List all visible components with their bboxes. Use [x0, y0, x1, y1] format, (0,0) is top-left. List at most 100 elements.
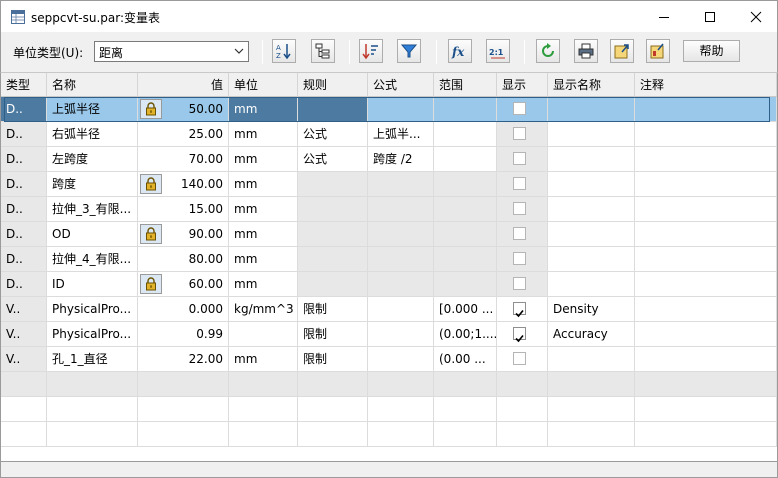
sort-button[interactable]: A Z — [272, 39, 296, 63]
cell-formula[interactable] — [368, 322, 434, 347]
empty-cell[interactable] — [47, 397, 138, 422]
new-row-cell[interactable] — [368, 372, 434, 397]
export-button[interactable] — [610, 39, 634, 63]
cell-rule[interactable]: 公式 — [298, 122, 368, 147]
cell-note[interactable] — [635, 347, 777, 372]
cell-formula[interactable] — [368, 222, 434, 247]
lock-button[interactable] — [140, 99, 162, 119]
cell-range[interactable] — [434, 272, 497, 297]
cell-type[interactable]: D.. — [1, 122, 47, 147]
cell-name[interactable]: 跨度 — [47, 172, 138, 197]
empty-cell[interactable] — [298, 397, 368, 422]
cell-type[interactable]: V.. — [1, 347, 47, 372]
column-header-formula[interactable]: 公式 — [368, 73, 434, 97]
cell-range[interactable]: (0.00 ... — [434, 347, 497, 372]
new-row-cell[interactable] — [298, 372, 368, 397]
empty-cell[interactable] — [434, 422, 497, 447]
cell-display-name[interactable] — [548, 147, 635, 172]
cell-display-name[interactable] — [548, 197, 635, 222]
cell-note[interactable] — [635, 172, 777, 197]
cell-display-name[interactable]: Density — [548, 297, 635, 322]
cell-range[interactable]: [0.000 ... — [434, 297, 497, 322]
cell-name[interactable]: 拉伸_4_有限... — [47, 247, 138, 272]
cell-value[interactable]: 70.00 — [138, 147, 229, 172]
empty-cell[interactable] — [47, 422, 138, 447]
column-header-range[interactable]: 范围 — [434, 73, 497, 97]
column-header-show[interactable]: 显示 — [497, 73, 548, 97]
column-header-value[interactable]: 值 — [138, 73, 229, 97]
cell-note[interactable] — [635, 272, 777, 297]
checkbox-unchecked[interactable] — [513, 352, 526, 365]
cell-unit[interactable]: mm — [229, 222, 298, 247]
column-header-unit[interactable]: 单位 — [229, 73, 298, 97]
cell-show[interactable] — [497, 122, 548, 147]
maximize-button[interactable] — [687, 1, 733, 32]
cell-type[interactable]: D.. — [1, 197, 47, 222]
cell-show[interactable] — [497, 172, 548, 197]
empty-cell[interactable] — [548, 397, 635, 422]
cell-value[interactable]: 140.00 — [138, 172, 229, 197]
checkbox-unchecked[interactable] — [513, 102, 526, 115]
cell-note[interactable] — [635, 197, 777, 222]
empty-cell[interactable] — [635, 397, 777, 422]
cell-show[interactable] — [497, 197, 548, 222]
cell-unit[interactable]: mm — [229, 147, 298, 172]
checkbox-unchecked[interactable] — [513, 277, 526, 290]
formula-button[interactable]: fx — [448, 39, 472, 63]
cell-range[interactable] — [434, 197, 497, 222]
empty-cell[interactable] — [138, 422, 229, 447]
cell-range[interactable]: (0.00;1.... — [434, 322, 497, 347]
sort-order-button[interactable] — [359, 39, 383, 63]
cell-value[interactable]: 60.00 — [138, 272, 229, 297]
lock-button[interactable] — [140, 224, 162, 244]
empty-cell[interactable] — [434, 397, 497, 422]
cell-unit[interactable]: mm — [229, 247, 298, 272]
column-header-name[interactable]: 名称 — [47, 73, 138, 97]
cell-formula[interactable] — [368, 347, 434, 372]
cell-formula[interactable]: 上弧半... — [368, 122, 434, 147]
new-row-cell[interactable] — [434, 372, 497, 397]
empty-cell[interactable] — [497, 397, 548, 422]
cell-rule[interactable] — [298, 222, 368, 247]
new-row-cell[interactable] — [138, 372, 229, 397]
empty-cell[interactable] — [229, 422, 298, 447]
cell-display-name[interactable]: Accuracy — [548, 322, 635, 347]
cell-rule[interactable] — [298, 172, 368, 197]
cell-unit[interactable]: mm — [229, 97, 298, 122]
ratio-button[interactable]: 2:1 — [486, 39, 510, 63]
cell-name[interactable]: 孔_1_直径 — [47, 347, 138, 372]
cell-note[interactable] — [635, 147, 777, 172]
cell-unit[interactable]: kg/mm^3 — [229, 297, 298, 322]
cell-type[interactable]: D.. — [1, 247, 47, 272]
lock-button[interactable] — [140, 174, 162, 194]
cell-show[interactable] — [497, 97, 548, 122]
cell-name[interactable]: 右弧半径 — [47, 122, 138, 147]
cell-value[interactable]: 0.99 — [138, 322, 229, 347]
checkbox-unchecked[interactable] — [513, 202, 526, 215]
cell-formula[interactable]: 跨度 /2 — [368, 147, 434, 172]
cell-range[interactable] — [434, 122, 497, 147]
cell-value[interactable]: 90.00 — [138, 222, 229, 247]
cell-show[interactable] — [497, 147, 548, 172]
cell-range[interactable] — [434, 222, 497, 247]
cell-formula[interactable] — [368, 172, 434, 197]
column-header-note[interactable]: 注释 — [635, 73, 777, 97]
cell-name[interactable]: PhysicalPro... — [47, 322, 138, 347]
cell-unit[interactable] — [229, 322, 298, 347]
import-button[interactable] — [646, 39, 670, 63]
cell-value[interactable]: 80.00 — [138, 247, 229, 272]
cell-note[interactable] — [635, 122, 777, 147]
cell-note[interactable] — [635, 322, 777, 347]
refresh-button[interactable] — [536, 39, 560, 63]
new-row-cell[interactable] — [635, 372, 777, 397]
cell-show[interactable] — [497, 222, 548, 247]
cell-note[interactable] — [635, 247, 777, 272]
cell-show[interactable] — [497, 297, 548, 322]
cell-show[interactable] — [497, 347, 548, 372]
cell-formula[interactable] — [368, 297, 434, 322]
empty-cell[interactable] — [368, 397, 434, 422]
cell-value[interactable]: 22.00 — [138, 347, 229, 372]
lock-button[interactable] — [140, 274, 162, 294]
cell-show[interactable] — [497, 247, 548, 272]
cell-unit[interactable]: mm — [229, 122, 298, 147]
